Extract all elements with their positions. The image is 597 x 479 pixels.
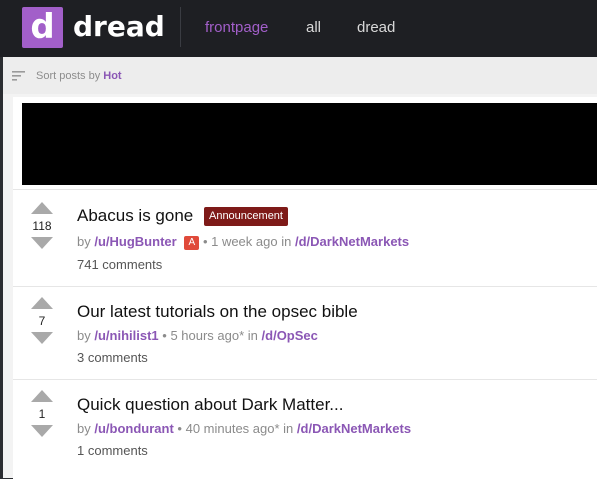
sort-label: Sort posts by Hot [36, 70, 122, 82]
community-link[interactable]: /d/OpSec [262, 328, 318, 343]
author-link[interactable]: /u/bondurant [94, 421, 173, 436]
top-navigation-bar: d dread frontpage all dread [0, 0, 597, 57]
by-label: by [77, 421, 91, 436]
logo-letter: d [30, 7, 55, 47]
post-score: 7 [38, 314, 46, 328]
admin-badge: A [184, 236, 200, 250]
site-name[interactable]: dread [73, 9, 165, 45]
post-meta: by /u/nihilist1 • 5 hours ago* in /d/OpS… [77, 328, 318, 344]
post-item: 1 Quick question about Dark Matter... by… [13, 379, 597, 479]
sort-value-dropdown[interactable]: Hot [103, 70, 121, 82]
nav-all-link[interactable]: all [306, 18, 321, 38]
dread-logo-icon[interactable]: d [22, 7, 63, 48]
upvote-arrow-icon[interactable] [31, 297, 53, 309]
post-score: 1 [38, 407, 46, 421]
post-title-link[interactable]: Abacus is gone [77, 206, 193, 225]
announcement-flair: Announcement [203, 207, 288, 226]
post-time: • 40 minutes ago* in [177, 421, 294, 436]
post-time: • 1 week ago in [202, 234, 292, 249]
sort-bar: Sort posts by Hot [3, 57, 597, 94]
sort-label-text: Sort posts by [36, 70, 101, 82]
banner-image [22, 103, 597, 185]
comments-link[interactable]: 741 comments [77, 257, 162, 273]
by-label: by [77, 234, 91, 249]
post-title-row: Abacus is gone Announcement [77, 205, 288, 227]
post-time: • 5 hours ago* in [162, 328, 258, 343]
sort-icon[interactable] [12, 71, 25, 81]
post-item: 118 Abacus is gone Announcement by /u/Hu… [13, 189, 597, 286]
nav-divider [180, 7, 181, 47]
by-label: by [77, 328, 91, 343]
community-link[interactable]: /d/DarkNetMarkets [295, 234, 409, 249]
vote-controls: 118 [29, 202, 55, 249]
nav-dread-link[interactable]: dread [357, 18, 395, 38]
upvote-arrow-icon[interactable] [31, 390, 53, 402]
community-link[interactable]: /d/DarkNetMarkets [297, 421, 411, 436]
posts-panel: 118 Abacus is gone Announcement by /u/Hu… [13, 97, 597, 479]
post-meta: by /u/bondurant • 40 minutes ago* in /d/… [77, 421, 411, 437]
comments-link[interactable]: 1 comments [77, 443, 148, 459]
comments-link[interactable]: 3 comments [77, 350, 148, 366]
vote-controls: 7 [29, 297, 55, 344]
post-title-link[interactable]: Our latest tutorials on the opsec bible [77, 301, 358, 323]
post-meta: by /u/HugBunter A • 1 week ago in /d/Dar… [77, 234, 409, 250]
upvote-arrow-icon[interactable] [31, 202, 53, 214]
nav-frontpage-link[interactable]: frontpage [205, 18, 268, 38]
vote-controls: 1 [29, 390, 55, 437]
downvote-arrow-icon[interactable] [31, 332, 53, 344]
post-item: 7 Our latest tutorials on the opsec bibl… [13, 286, 597, 379]
downvote-arrow-icon[interactable] [31, 237, 53, 249]
author-link[interactable]: /u/nihilist1 [94, 328, 158, 343]
downvote-arrow-icon[interactable] [31, 425, 53, 437]
main-content: Sort posts by Hot 118 Abacus is gone Ann… [0, 57, 597, 479]
left-edge [0, 57, 3, 478]
post-score: 118 [32, 219, 52, 233]
author-link[interactable]: /u/HugBunter [94, 234, 176, 249]
post-title-link[interactable]: Quick question about Dark Matter... [77, 394, 343, 416]
